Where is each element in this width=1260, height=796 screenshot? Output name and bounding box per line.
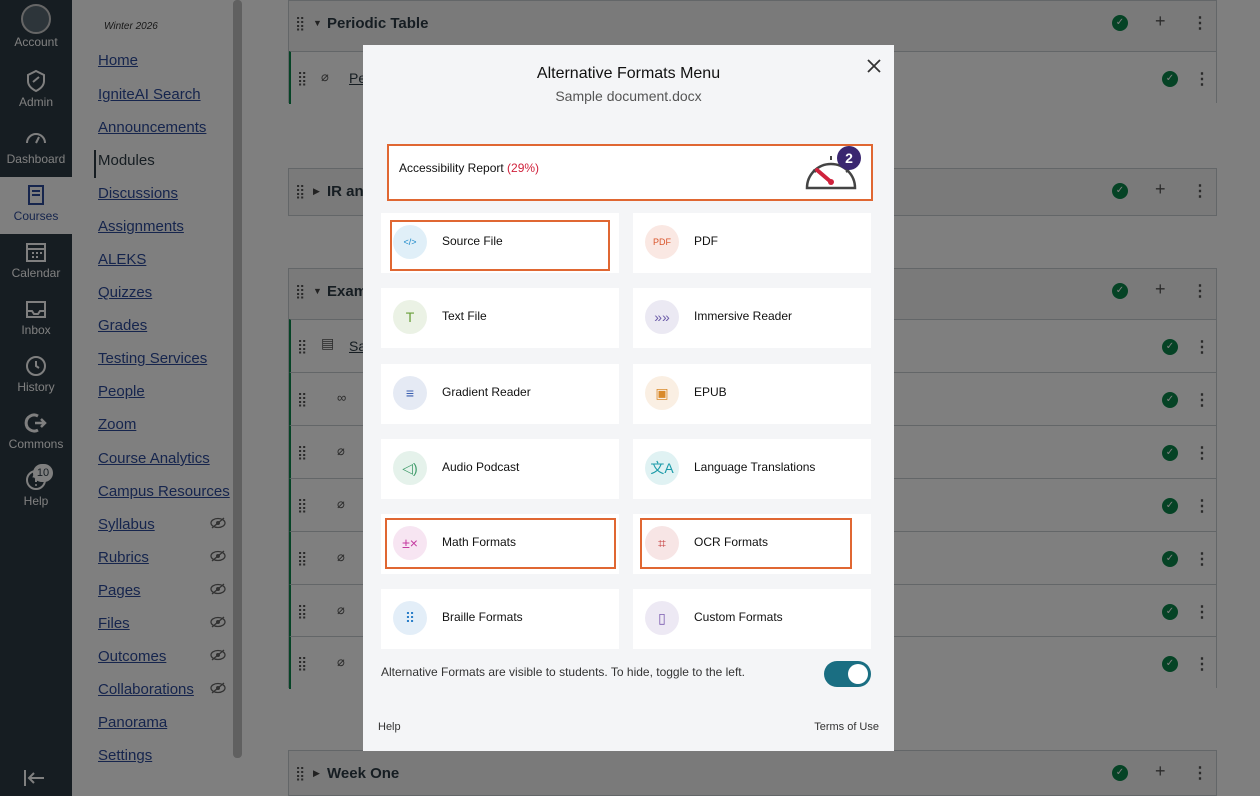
modal-subtitle: Sample document.docx bbox=[555, 88, 702, 104]
language-translations-option[interactable]: 文A Language Translations bbox=[633, 439, 871, 499]
toggle-knob bbox=[848, 664, 868, 684]
epub-icon: ▣ bbox=[645, 376, 679, 410]
highlight-math-formats bbox=[385, 518, 616, 569]
language-translations-icon: 文A bbox=[645, 451, 679, 485]
visibility-toggle-text: Alternative Formats are visible to stude… bbox=[381, 665, 745, 679]
audio-podcast-option[interactable]: ◁) Audio Podcast bbox=[381, 439, 619, 499]
visibility-toggle[interactable] bbox=[824, 661, 871, 687]
terms-of-use-link[interactable]: Terms of Use bbox=[814, 721, 879, 733]
immersive-reader-option[interactable]: »» Immersive Reader bbox=[633, 288, 871, 348]
format-label: Text File bbox=[442, 309, 487, 323]
highlight-source-file bbox=[390, 220, 610, 271]
pdf-option[interactable]: PDF PDF bbox=[633, 213, 871, 273]
accessibility-report-button[interactable]: Accessibility Report (29%) bbox=[387, 144, 873, 201]
format-label: Braille Formats bbox=[442, 610, 523, 624]
close-button[interactable] bbox=[863, 55, 885, 77]
issues-count-badge: 2 bbox=[837, 146, 861, 170]
format-label: Custom Formats bbox=[694, 610, 783, 624]
immersive-reader-icon: »» bbox=[645, 300, 679, 334]
braille-formats-option[interactable]: ⠿ Braille Formats bbox=[381, 589, 619, 649]
close-icon bbox=[867, 59, 881, 73]
modal-title: Alternative Formats Menu bbox=[536, 65, 721, 82]
format-label: Gradient Reader bbox=[442, 385, 531, 399]
gradient-reader-option[interactable]: ≡ Gradient Reader bbox=[381, 364, 619, 424]
accessibility-report-text: Accessibility Report bbox=[399, 161, 504, 175]
text-file-option[interactable]: T Text File bbox=[381, 288, 619, 348]
audio-podcast-icon: ◁) bbox=[393, 451, 427, 485]
format-label: Language Translations bbox=[694, 460, 816, 474]
format-label: PDF bbox=[694, 234, 718, 248]
help-link[interactable]: Help bbox=[378, 721, 401, 733]
pdf-icon: PDF bbox=[645, 225, 679, 259]
accessibility-report-label: Accessibility Report (29%) bbox=[399, 161, 539, 175]
custom-formats-icon: ▯ bbox=[645, 601, 679, 635]
text-file-icon: T bbox=[393, 300, 427, 334]
gradient-reader-icon: ≡ bbox=[393, 376, 427, 410]
accessibility-score: (29%) bbox=[507, 161, 540, 175]
epub-option[interactable]: ▣ EPUB bbox=[633, 364, 871, 424]
format-label: Audio Podcast bbox=[442, 460, 520, 474]
alternative-formats-modal: Alternative Formats Menu Sample document… bbox=[363, 45, 894, 751]
format-label: Immersive Reader bbox=[694, 309, 793, 323]
custom-formats-option[interactable]: ▯ Custom Formats bbox=[633, 589, 871, 649]
braille-formats-icon: ⠿ bbox=[393, 601, 427, 635]
format-label: EPUB bbox=[694, 385, 727, 399]
highlight-ocr-formats bbox=[640, 518, 852, 569]
